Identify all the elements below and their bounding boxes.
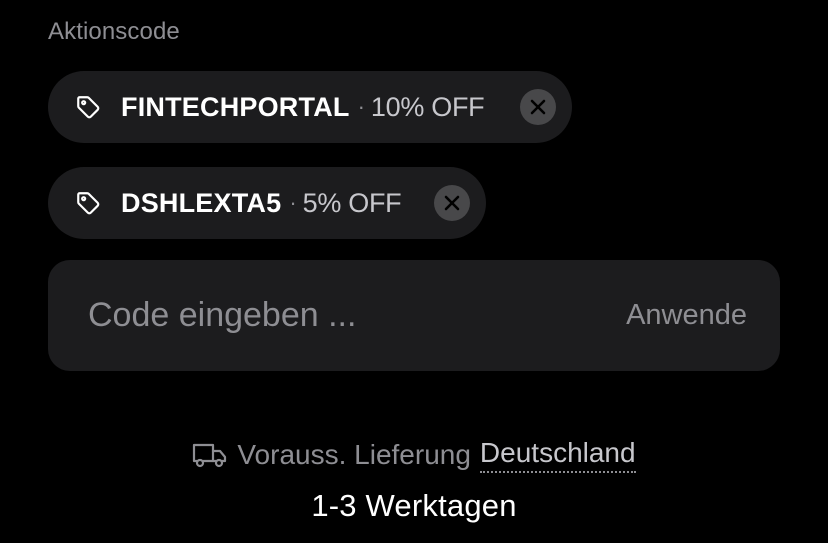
delivery-estimate: Vorauss. Lieferung Deutschland (0, 437, 828, 473)
applied-code-chip: DSHLEXTA5 · 5% OFF (48, 167, 486, 239)
tag-icon (73, 92, 103, 122)
separator-dot: · (289, 190, 297, 215)
close-icon (444, 195, 460, 211)
apply-code-button[interactable]: Anwende (626, 299, 747, 332)
promo-discount: 5% OFF (302, 187, 402, 218)
remove-code-button[interactable] (520, 89, 556, 125)
promo-code-name: FINTECHPORTAL (121, 91, 350, 122)
delivery-time: 1-3 Werktagen (311, 488, 517, 523)
remove-code-button[interactable] (434, 185, 470, 221)
close-icon (530, 99, 546, 115)
delivery-label: Vorauss. Lieferung (237, 439, 471, 470)
delivery-country-link[interactable]: Deutschland (479, 437, 636, 473)
promo-code-input[interactable] (88, 296, 627, 335)
promo-code-field: Anwende (48, 260, 780, 371)
promo-discount: 10% OFF (370, 91, 485, 122)
tag-icon (73, 188, 103, 218)
separator-dot: · (357, 94, 365, 119)
promo-code-name: DSHLEXTA5 (121, 187, 282, 218)
truck-icon (192, 440, 228, 470)
promo-section-label: Aktionscode (48, 18, 180, 45)
applied-code-chip: FINTECHPORTAL · 10% OFF (48, 71, 572, 143)
